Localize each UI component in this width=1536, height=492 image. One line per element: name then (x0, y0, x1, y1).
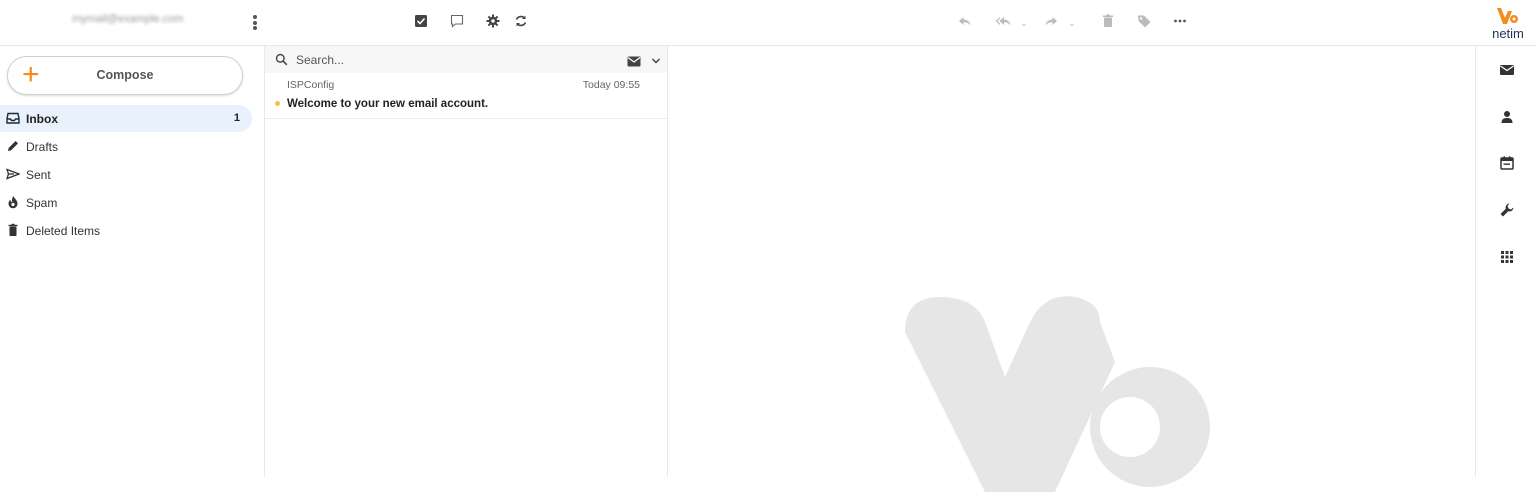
folder-label: Inbox (26, 112, 58, 126)
unread-count: 1 (233, 112, 240, 124)
delete-icon[interactable] (1099, 12, 1117, 30)
netim-watermark-logo (905, 296, 1210, 492)
wrench-icon[interactable] (1499, 202, 1515, 218)
apps-icon[interactable] (1499, 249, 1515, 265)
message-row[interactable]: ISPConfig Today 09:55 Welcome to your ne… (265, 74, 667, 119)
settings-icon[interactable] (484, 12, 502, 30)
logo-text: netim (1492, 26, 1524, 41)
unread-indicator (275, 101, 280, 106)
compose-button[interactable]: + Compose (7, 56, 243, 95)
forward-icon[interactable] (1042, 12, 1060, 30)
thread-icon[interactable] (448, 12, 466, 30)
reply-icon[interactable] (956, 12, 974, 30)
more-icon[interactable] (1171, 12, 1189, 30)
folder-label: Drafts (26, 140, 59, 154)
search-bar (265, 46, 667, 73)
search-icon (275, 53, 288, 66)
message-sender: ISPConfig (287, 79, 335, 91)
reply-all-icon[interactable] (994, 12, 1012, 30)
folder-label: Spam (26, 196, 58, 210)
message-subject: Welcome to your new email account. (287, 98, 489, 110)
folder-sent[interactable]: Sent (0, 161, 252, 188)
folder-deleted-items[interactable]: Deleted Items (0, 217, 252, 244)
folder-inbox[interactable]: Inbox 1 (0, 105, 252, 132)
folder-drafts[interactable]: Drafts (0, 133, 252, 160)
netim-logo: netim (1486, 6, 1530, 42)
trash-icon (6, 223, 20, 237)
refresh-icon[interactable] (512, 12, 530, 30)
envelope-icon[interactable] (627, 54, 641, 67)
folder-label: Deleted Items (26, 224, 101, 238)
inbox-icon (6, 111, 20, 125)
forward-chevron-icon[interactable]: ⌄ (1068, 18, 1076, 29)
pencil-icon (6, 139, 20, 153)
folder-label: Sent (26, 168, 51, 182)
fire-icon (6, 195, 20, 209)
top-bar (0, 0, 1536, 46)
select-icon[interactable] (412, 12, 430, 30)
account-email: mymail@example.com (72, 13, 184, 25)
message-date: Today 09:55 (582, 79, 640, 91)
calendar-icon[interactable] (1499, 155, 1515, 171)
send-icon (6, 167, 20, 181)
contacts-icon[interactable] (1499, 109, 1515, 125)
account-menu-icon[interactable] (250, 14, 260, 32)
folder-spam[interactable]: Spam (0, 189, 252, 216)
compose-label: Compose (96, 68, 154, 82)
search-input[interactable] (294, 50, 618, 70)
chevron-down-icon[interactable] (651, 53, 661, 64)
mail-icon[interactable] (1499, 62, 1515, 78)
reply-all-chevron-icon[interactable]: ⌄ (1020, 18, 1028, 29)
tag-icon[interactable] (1135, 12, 1153, 30)
